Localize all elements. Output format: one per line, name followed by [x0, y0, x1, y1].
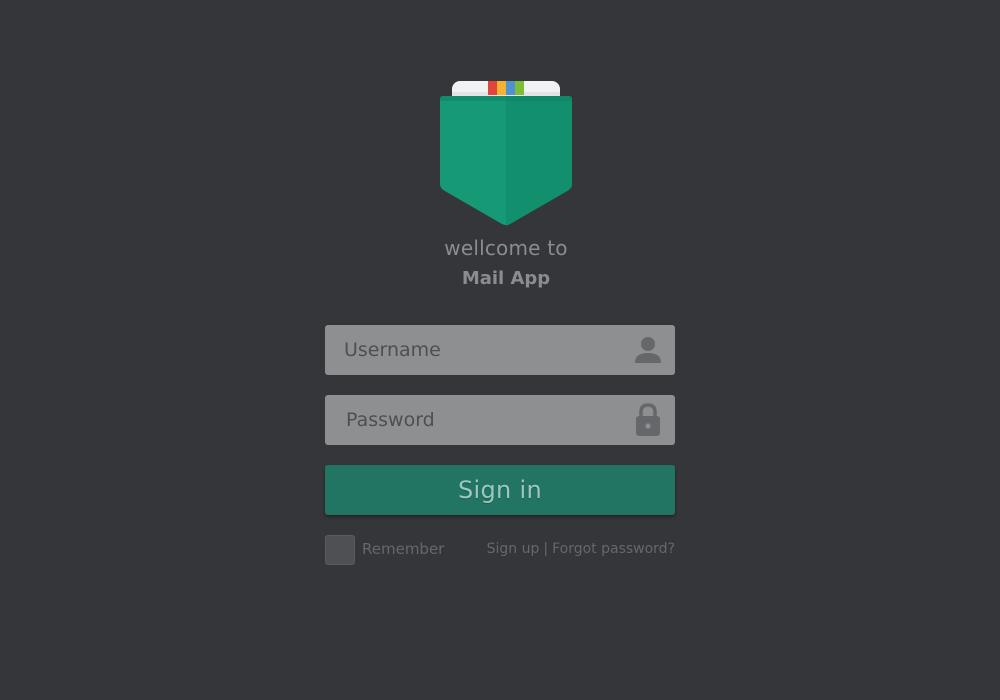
app-name: Mail App [461, 268, 551, 289]
link-separator: | [543, 541, 549, 557]
user-icon [633, 333, 663, 367]
sign-in-button[interactable]: Sign in [325, 465, 675, 515]
password-input[interactable] [325, 395, 675, 445]
sign-up-link[interactable]: Sign up [487, 541, 540, 557]
lock-icon [633, 403, 663, 437]
mail-pocket-logo-icon [438, 80, 574, 228]
forgot-password-link[interactable]: Forgot password? [552, 541, 675, 557]
login-screen: wellcome to Mail App Sign in Remember Si… [0, 0, 1000, 700]
welcome-text: wellcome to [444, 236, 568, 260]
remember-label[interactable]: Remember [362, 540, 444, 558]
remember-checkbox[interactable] [325, 535, 355, 565]
account-links: Sign up | Forgot password? [487, 541, 675, 557]
password-field-container [325, 395, 675, 445]
username-field-container [325, 325, 675, 375]
username-input[interactable] [325, 325, 675, 375]
